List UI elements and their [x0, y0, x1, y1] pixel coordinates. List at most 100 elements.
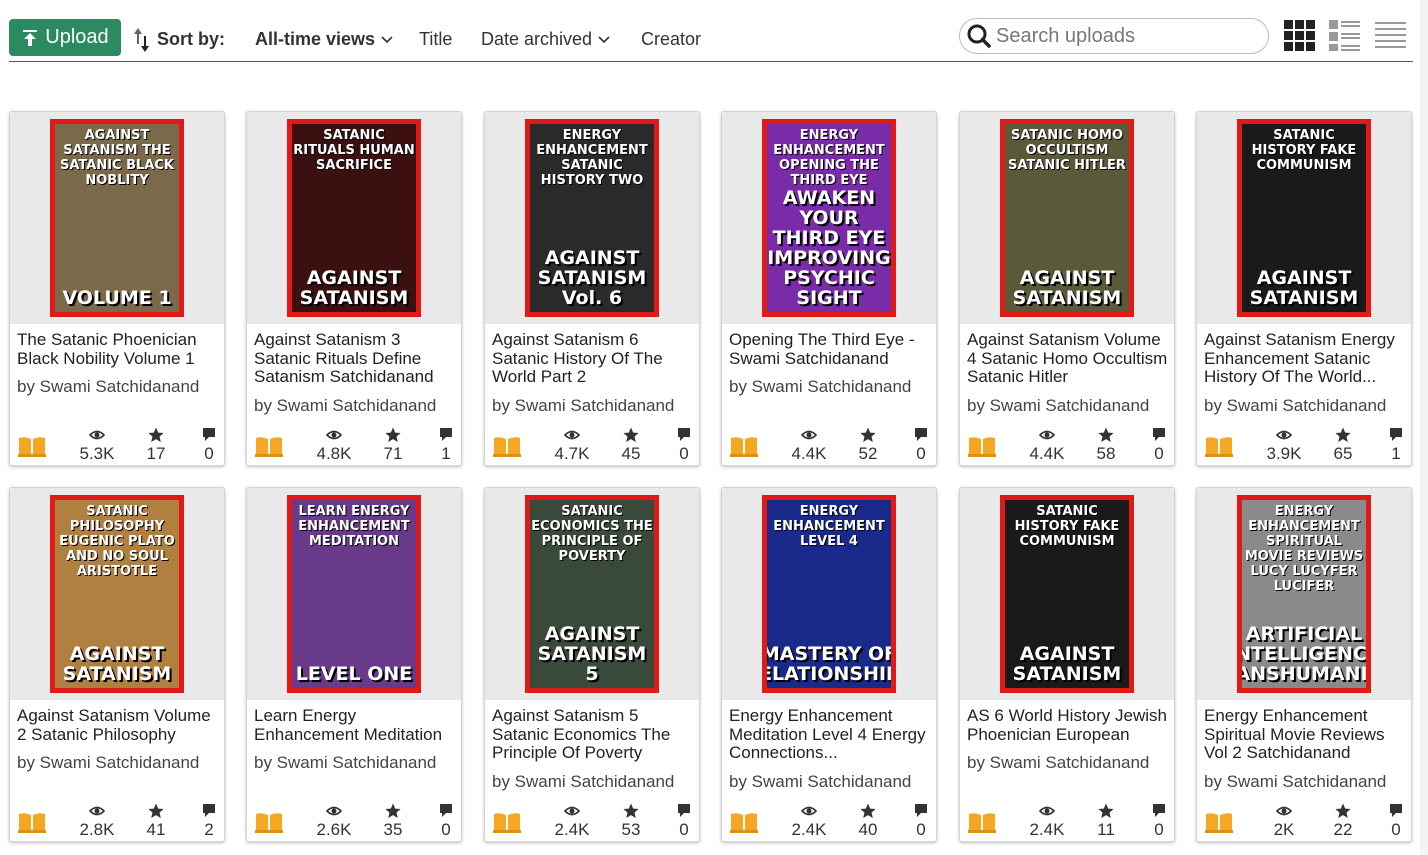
item-title[interactable]: Against Satanism 5 Satanic Economics The…: [492, 707, 696, 763]
item-creator[interactable]: by Swami Satchidanand: [729, 772, 911, 792]
item-tile[interactable]: ENERGY ENHANCEMENT LEVEL 4 MASTERY OF RE…: [721, 487, 937, 842]
favorites-count: 17: [146, 444, 166, 463]
comment-icon: [1390, 428, 1402, 441]
cover-bottom-text: AGAINST SATANISM: [299, 267, 409, 309]
star-icon: [148, 427, 164, 442]
cover-image[interactable]: SATANIC HISTORY FAKE COMMUNISM AGAINST S…: [1000, 495, 1134, 693]
item-title[interactable]: Against Satanism 6 Satanic History Of Th…: [492, 331, 696, 387]
cover-bottom-text: MASTERY OF RELATIONSHIPS: [762, 643, 896, 685]
item-tile[interactable]: SATANIC ECONOMICS THE PRINCIPLE OF POVER…: [484, 487, 700, 842]
toolbar: Upload Sort by: All-time views Title Dat…: [9, 0, 1413, 62]
cover-image[interactable]: SATANIC HISTORY FAKE COMMUNISM AGAINST S…: [1237, 119, 1371, 317]
comment-icon: [440, 804, 452, 817]
cover-image[interactable]: SATANIC HOMO OCCULTISM SATANIC HITLER AG…: [1000, 119, 1134, 317]
cover-area[interactable]: ENERGY ENHANCEMENT LEVEL 4 MASTERY OF RE…: [722, 488, 936, 700]
cover-area[interactable]: AGAINST SATANISM THE SATANIC BLACK NOBLI…: [10, 112, 224, 324]
cover-area[interactable]: SATANIC HOMO OCCULTISM SATANIC HITLER AG…: [960, 112, 1174, 324]
item-title[interactable]: Against Satanism Energy Enhancement Sata…: [1204, 331, 1408, 387]
star-icon: [860, 803, 876, 818]
sort-option-title[interactable]: Title: [419, 29, 452, 50]
item-tile[interactable]: SATANIC RITUALS HUMAN SACRIFICE AGAINST …: [246, 111, 462, 466]
comments-count: 0: [1154, 444, 1164, 463]
item-tile[interactable]: LEARN ENERGY ENHANCEMENT MEDITATION LEVE…: [246, 487, 462, 842]
cover-area[interactable]: SATANIC PHILOSOPHY EUGENIC PLATO AND NO …: [10, 488, 224, 700]
item-creator[interactable]: by Swami Satchidanand: [729, 377, 911, 397]
upload-button[interactable]: Upload: [9, 19, 121, 56]
texts-book-icon: [1205, 813, 1233, 833]
item-title[interactable]: Against Satanism Volume 2 Satanic Philos…: [17, 707, 221, 744]
cover-area[interactable]: ENERGY ENHANCEMENT SPIRITUAL MOVIE REVIE…: [1197, 488, 1411, 700]
item-creator[interactable]: by Swami Satchidanand: [1204, 772, 1386, 792]
item-tile[interactable]: ENERGY ENHANCEMENT SPIRITUAL MOVIE REVIE…: [1196, 487, 1412, 842]
item-title[interactable]: The Satanic Phoenician Black Nobility Vo…: [17, 331, 221, 368]
cover-area[interactable]: SATANIC HISTORY FAKE COMMUNISM AGAINST S…: [1197, 112, 1411, 324]
sort-option-views[interactable]: All-time views: [255, 29, 393, 50]
views-stat: 2.4K: [784, 803, 834, 840]
favorites-count: 35: [383, 820, 403, 839]
cover-top-text: SATANIC HOMO OCCULTISM SATANIC HITLER: [1008, 128, 1126, 173]
cover-area[interactable]: SATANIC RITUALS HUMAN SACRIFICE AGAINST …: [247, 112, 461, 324]
cover-image[interactable]: LEARN ENERGY ENHANCEMENT MEDITATION LEVE…: [287, 495, 421, 693]
item-title[interactable]: Against Satanism 3 Satanic Rituals Defin…: [254, 331, 458, 387]
item-creator[interactable]: by Swami Satchidanand: [967, 753, 1149, 773]
item-creator[interactable]: by Swami Satchidanand: [17, 377, 199, 397]
cover-area[interactable]: ENERGY ENHANCEMENT OPENING THE THIRD EYE…: [722, 112, 936, 324]
cover-area[interactable]: SATANIC HISTORY FAKE COMMUNISM AGAINST S…: [960, 488, 1174, 700]
item-tile[interactable]: SATANIC HOMO OCCULTISM SATANIC HITLER AG…: [959, 111, 1175, 466]
cover-area[interactable]: SATANIC ECONOMICS THE PRINCIPLE OF POVER…: [485, 488, 699, 700]
list-compact-view-icon[interactable]: [1375, 20, 1407, 52]
item-title[interactable]: AS 6 World History Jewish Phoenician Eur…: [967, 707, 1171, 744]
tile-view-icon[interactable]: [1284, 20, 1316, 52]
item-title[interactable]: Learn Energy Enhancement Meditation: [254, 707, 458, 744]
cover-top-text: SATANIC HISTORY FAKE COMMUNISM: [1251, 128, 1357, 173]
cover-image[interactable]: ENERGY ENHANCEMENT SPIRITUAL MOVIE REVIE…: [1237, 495, 1371, 693]
item-tile[interactable]: SATANIC HISTORY FAKE COMMUNISM AGAINST S…: [959, 487, 1175, 842]
search-input[interactable]: [994, 23, 1258, 49]
stats-row: 5.3K 17 0: [10, 427, 224, 463]
item-creator[interactable]: by Swami Satchidanand: [492, 772, 674, 792]
item-creator[interactable]: by Swami Satchidanand: [254, 753, 436, 773]
cover-bottom-text: AGAINST SATANISM: [62, 643, 172, 685]
item-tile[interactable]: AGAINST SATANISM THE SATANIC BLACK NOBLI…: [9, 111, 225, 466]
cover-image[interactable]: SATANIC PHILOSOPHY EUGENIC PLATO AND NO …: [50, 495, 184, 693]
comment-icon: [678, 804, 690, 817]
item-tile[interactable]: ENERGY ENHANCEMENT SATANIC HISTORY TWO A…: [484, 111, 700, 466]
cover-area[interactable]: ENERGY ENHANCEMENT SATANIC HISTORY TWO A…: [485, 112, 699, 324]
sort-option-date-archived[interactable]: Date archived: [481, 29, 610, 50]
star-icon: [385, 427, 401, 442]
cover-image[interactable]: ENERGY ENHANCEMENT OPENING THE THIRD EYE…: [762, 119, 896, 317]
views-stat: 5.3K: [72, 427, 122, 464]
comments-count: 0: [1391, 820, 1401, 839]
item-title[interactable]: Against Satanism Volume 4 Satanic Homo O…: [967, 331, 1171, 387]
cover-image[interactable]: ENERGY ENHANCEMENT SATANIC HISTORY TWO A…: [525, 119, 659, 317]
scrollbar[interactable]: [1420, 0, 1428, 855]
comments-stat: 0: [896, 803, 936, 840]
cover-image[interactable]: SATANIC ECONOMICS THE PRINCIPLE OF POVER…: [525, 495, 659, 693]
item-creator[interactable]: by Swami Satchidanand: [17, 753, 199, 773]
sort-option-creator[interactable]: Creator: [641, 29, 701, 50]
cover-image[interactable]: SATANIC RITUALS HUMAN SACRIFICE AGAINST …: [287, 119, 421, 317]
item-tile[interactable]: ENERGY ENHANCEMENT OPENING THE THIRD EYE…: [721, 111, 937, 466]
comments-stat: 0: [1371, 803, 1411, 840]
cover-image[interactable]: AGAINST SATANISM THE SATANIC BLACK NOBLI…: [50, 119, 184, 317]
item-title[interactable]: Energy Enhancement Spiritual Movie Revie…: [1204, 707, 1408, 763]
item-title[interactable]: Opening The Third Eye - Swami Satchidana…: [729, 331, 933, 368]
item-tile[interactable]: SATANIC HISTORY FAKE COMMUNISM AGAINST S…: [1196, 111, 1412, 466]
search-box: [959, 18, 1269, 54]
cover-image[interactable]: ENERGY ENHANCEMENT LEVEL 4 MASTERY OF RE…: [762, 495, 896, 693]
item-creator[interactable]: by Swami Satchidanand: [1204, 396, 1386, 416]
search-icon[interactable]: [966, 23, 992, 49]
item-creator[interactable]: by Swami Satchidanand: [492, 396, 674, 416]
cover-top-text: SATANIC ECONOMICS THE PRINCIPLE OF POVER…: [531, 504, 653, 564]
sort-icon[interactable]: [133, 26, 151, 54]
cover-area[interactable]: LEARN ENERGY ENHANCEMENT MEDITATION LEVE…: [247, 488, 461, 700]
list-detail-view-icon[interactable]: [1329, 20, 1361, 52]
item-creator[interactable]: by Swami Satchidanand: [254, 396, 436, 416]
views-stat: 2.6K: [309, 803, 359, 840]
item-creator[interactable]: by Swami Satchidanand: [967, 396, 1149, 416]
item-title[interactable]: Energy Enhancement Meditation Level 4 En…: [729, 707, 933, 763]
eye-icon: [564, 806, 580, 816]
chevron-down-icon: [598, 35, 610, 43]
comments-stat: 1: [421, 427, 461, 464]
item-tile[interactable]: SATANIC PHILOSOPHY EUGENIC PLATO AND NO …: [9, 487, 225, 842]
